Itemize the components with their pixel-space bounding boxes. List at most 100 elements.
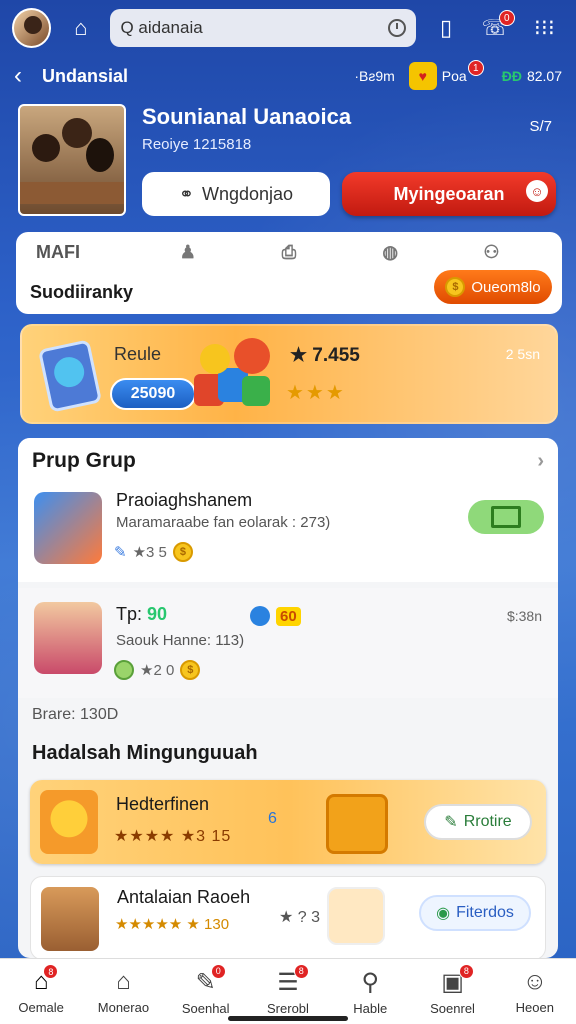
coin-icon: $ xyxy=(180,660,201,680)
home-icon[interactable]: ⌂ xyxy=(61,8,100,48)
pencil-icon: ✎ xyxy=(444,814,458,831)
sub-bar: ‹ Undansial ·Bƨ9m ♥ Poa 1 ÐÐ 82.07 xyxy=(0,56,576,96)
tabs-card: MAFI ♟ ⎙ ◍ ⚇ Suodiiranky $ Oueom8lo xyxy=(16,232,562,314)
group-photo[interactable] xyxy=(18,104,126,216)
nav-label: Heoen xyxy=(515,1000,554,1015)
stat-1: ·Bƨ9m xyxy=(354,68,395,84)
link-icon: ⚭ xyxy=(178,183,194,204)
reward-action-button[interactable]: ◉ Fiterdos xyxy=(419,895,531,931)
nav-item-7[interactable]: ☺ Heoen xyxy=(494,959,576,1024)
house-icon: ⌂ xyxy=(116,968,131,995)
orange-action-pill[interactable]: $ Oueom8lo xyxy=(434,270,552,304)
nav-item-5[interactable]: ⚲ Hable xyxy=(329,959,411,1024)
character-thumb xyxy=(41,887,99,951)
nav-item-6[interactable]: ▣ 8 Soenrel xyxy=(411,959,493,1024)
stat-3-a: ÐÐ xyxy=(501,68,522,84)
tabs-section-label: Suodiiranky xyxy=(30,282,134,302)
nav-label: Soenrel xyxy=(430,1000,475,1016)
edit-icon: ✎ 0 xyxy=(196,963,226,997)
reward-stars: ★★★★★ ★ 130 xyxy=(115,916,230,933)
orange-pill-label: Oueom8lo xyxy=(471,278,541,296)
stat-3-b: 82.07 xyxy=(526,68,562,84)
nav-item-home[interactable]: ⌂ 8 Oemale xyxy=(0,959,82,1024)
item-title: Praoiaghshanem xyxy=(116,490,253,510)
primary-red-button[interactable]: Myingeoaran ☺ xyxy=(342,172,556,216)
chevron-right-icon[interactable]: › xyxy=(537,450,544,473)
item-subtitle: Maramaraabe fan eolarak : 273) xyxy=(116,514,331,531)
tab-1[interactable]: MAFI xyxy=(36,242,137,263)
list-item[interactable]: Tp: 90 60 Saouk Hanne: 113) ★2 0 $ $:38n xyxy=(18,588,558,698)
coin-icon: $ xyxy=(172,542,193,562)
subbar-title: Undansial xyxy=(42,65,129,86)
promo-title: Reule xyxy=(114,344,162,364)
search-icon: ⚲ xyxy=(361,968,380,996)
play-button[interactable] xyxy=(468,500,544,534)
item-title-a: Tp: xyxy=(116,604,143,624)
reward-action-label: Fiterdos xyxy=(456,904,514,921)
nav-badge: 8 xyxy=(458,963,474,979)
stat-2-label: Poa xyxy=(441,68,467,84)
tab-5-icon[interactable]: ⚇ xyxy=(441,242,542,263)
tab-2-icon[interactable]: ♟ xyxy=(137,242,238,263)
nav-label: Srerobl xyxy=(267,1000,309,1016)
menu-grid-icon[interactable]: ⁝⁝⁝ xyxy=(525,8,564,48)
reward-card[interactable]: Hedterfinen ★★★★ ★3 15 6 ✎ Rrotire xyxy=(30,780,546,864)
tag-icon xyxy=(250,606,270,626)
promo-stars: ★★★ xyxy=(286,382,346,404)
heart-icon: ♥ xyxy=(408,62,437,90)
mascot-thumb xyxy=(40,790,98,854)
pencil-icon: ✎ xyxy=(114,544,127,561)
list-item[interactable]: Praoiaghshanem Maramaraabe fan eolarak :… xyxy=(18,484,558,582)
item-subtitle: Saouk Hanne: 113) xyxy=(116,632,245,649)
location-icon: ◉ xyxy=(436,905,451,922)
gift-box-icon xyxy=(326,794,388,854)
nav-label: Hable xyxy=(353,1000,388,1016)
nav-label: Soenhal xyxy=(181,1000,230,1016)
search-bar[interactable] xyxy=(110,9,417,47)
emoji-icon: ☺ xyxy=(526,180,548,202)
nav-item-4[interactable]: ☰ 8 Srerobl xyxy=(247,959,329,1024)
reward-card[interactable]: Antalaian Raoeh ★★★★★ ★ 130 ★ ? 3 ◉ Fite… xyxy=(30,876,546,958)
reward-mid-value: ★ ? 3 xyxy=(279,909,321,926)
nav-item-2[interactable]: ⌂ Monerao xyxy=(82,959,164,1024)
group-header[interactable]: Prup Grup › xyxy=(18,438,558,484)
promo-count: ★ 7.455 xyxy=(290,345,360,366)
group-header-title: Prup Grup xyxy=(32,449,136,472)
back-arrow-icon[interactable]: ‹ xyxy=(14,62,42,90)
person-thumb xyxy=(34,602,102,674)
user-avatar[interactable] xyxy=(12,8,52,48)
item-tags: 60 xyxy=(250,606,301,626)
tab-4-icon[interactable]: ◍ xyxy=(340,242,441,263)
nav-item-3[interactable]: ✎ 0 Soenhal xyxy=(165,959,247,1024)
device-icon[interactable]: ▯ xyxy=(426,8,465,48)
history-icon[interactable] xyxy=(388,19,407,37)
item-meta-row: ★2 0 $ xyxy=(114,660,201,680)
reward-action-button[interactable]: ✎ Rrotire xyxy=(424,804,532,840)
box-icon: ▣ 8 xyxy=(441,963,474,997)
promo-value-pill[interactable]: 25090 xyxy=(110,378,196,410)
nav-label: Monerao xyxy=(97,1000,150,1015)
chat-icon[interactable]: ☏ 0 xyxy=(476,8,515,48)
item-tag: 60 xyxy=(276,606,301,626)
outline-button[interactable]: ⚭ Wngdonjao xyxy=(142,172,330,216)
nav-badge: 0 xyxy=(210,963,226,979)
promo-banner[interactable]: Reule 25090 ★ 7.455 ★★★ 2 5sn xyxy=(20,324,558,424)
top-bar: ⌂ ▯ ☏0 ⁝⁝⁝ xyxy=(0,0,576,56)
search-input[interactable] xyxy=(120,18,381,38)
brate-label: Brare: 130D xyxy=(32,706,119,723)
primary-red-button-label: Myingeoaran xyxy=(393,183,505,204)
game-thumb xyxy=(34,492,102,564)
chat-badge: 0 xyxy=(498,10,515,26)
nav-label: Oemale xyxy=(18,1000,64,1015)
nav-badge: 8 xyxy=(43,964,59,979)
item-image-icon xyxy=(327,887,385,945)
outline-button-label: Wngdonjao xyxy=(202,183,294,204)
stat-2-badge: 1 xyxy=(467,60,484,76)
item-stars: ★2 0 xyxy=(140,662,175,679)
group-card: Prup Grup › Praoiaghshanem Maramaraabe f… xyxy=(18,438,558,958)
promo-time: 2 5sn xyxy=(505,346,540,362)
gift-boxes-icon xyxy=(194,338,284,414)
item-time: $:38n xyxy=(506,608,542,624)
tab-3-icon[interactable]: ⎙ xyxy=(238,242,339,263)
stat-2[interactable]: ♥ Poa 1 xyxy=(408,60,488,90)
